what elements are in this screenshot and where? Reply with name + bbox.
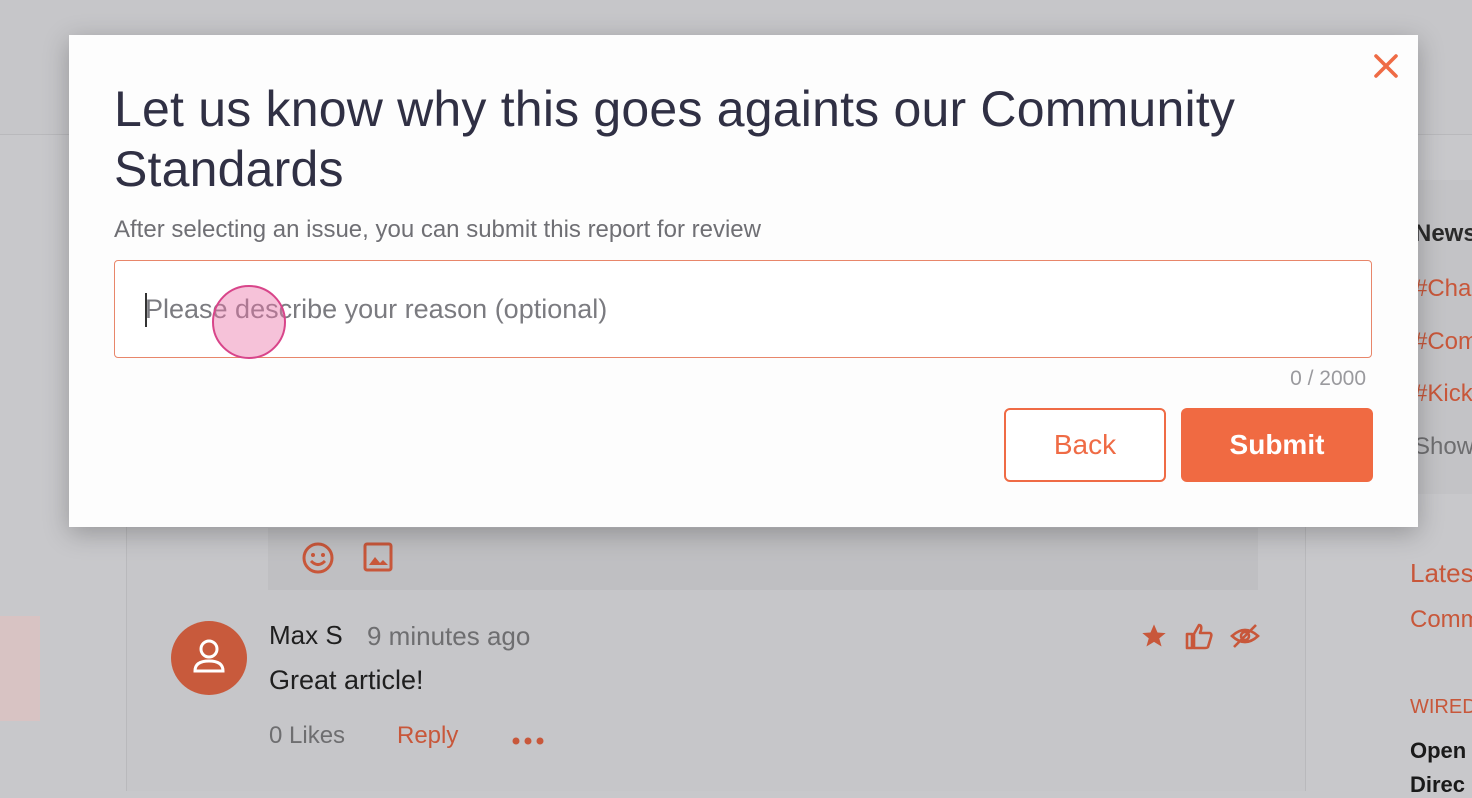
text-caret — [145, 293, 147, 327]
close-icon[interactable] — [1371, 51, 1401, 81]
sidebar-tag-3[interactable]: #Kick — [1414, 380, 1472, 408]
sidebar-tag-2[interactable]: #Com — [1414, 328, 1472, 356]
emoji-icon[interactable] — [301, 541, 335, 580]
report-dialog: Let us know why this goes againts our Co… — [69, 35, 1418, 527]
sidebar-tag-1[interactable]: #Cha — [1414, 275, 1471, 303]
sidebar-source-label: WIRED — [1410, 696, 1472, 718]
avatar[interactable] — [171, 621, 247, 695]
sidebar-headline-line2[interactable]: Direc — [1410, 772, 1465, 798]
back-button[interactable]: Back — [1004, 408, 1166, 482]
comment-timestamp: 9 minutes ago — [367, 621, 531, 651]
comment-likes-count: 0 Likes — [269, 722, 346, 749]
sidebar-latest-title: Lates — [1410, 558, 1472, 588]
hide-icon[interactable] — [1230, 622, 1260, 655]
left-highlight-block — [0, 616, 40, 721]
dialog-title: Let us know why this goes againts our Co… — [114, 81, 1236, 197]
comment-text: Great article! — [269, 665, 424, 695]
sidebar-news-title: News — [1414, 220, 1472, 247]
comment-composer-toolbar — [268, 528, 1258, 590]
sidebar-headline-line1[interactable]: Open — [1410, 738, 1466, 764]
more-options-icon[interactable] — [511, 733, 545, 751]
image-icon[interactable] — [362, 541, 394, 578]
thumbs-up-icon[interactable] — [1184, 622, 1214, 655]
dialog-subtitle: After selecting an issue, you can submit… — [114, 216, 761, 243]
submit-button[interactable]: Submit — [1181, 408, 1373, 482]
reply-link[interactable]: Reply — [397, 722, 458, 750]
comment-author[interactable]: Max S — [269, 620, 343, 651]
character-counter: 0 / 2000 — [1290, 367, 1366, 390]
sidebar-show-more[interactable]: Show — [1414, 433, 1472, 461]
sidebar-latest-subtitle[interactable]: Comm — [1410, 606, 1472, 634]
star-icon[interactable] — [1140, 622, 1168, 655]
reason-input[interactable] — [114, 260, 1372, 358]
